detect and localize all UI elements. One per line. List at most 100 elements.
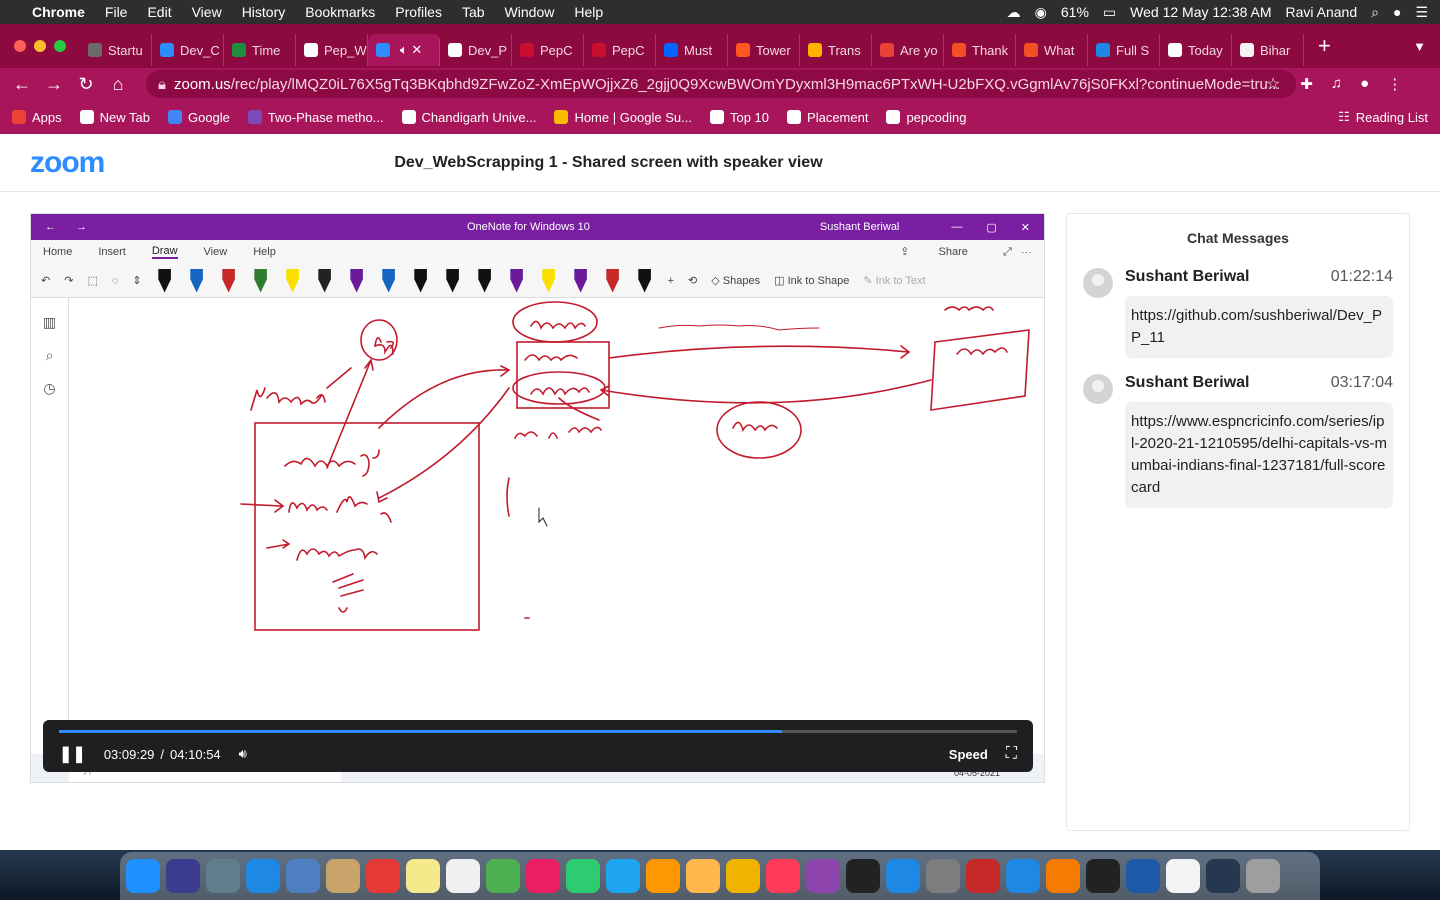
bookmark-item[interactable]: Two-Phase metho... <box>247 110 384 125</box>
browser-tab[interactable]: Must <box>656 34 728 66</box>
dock-app-icon[interactable] <box>1246 859 1280 893</box>
dock-app-icon[interactable] <box>726 859 760 893</box>
dock-app-icon[interactable] <box>286 859 320 893</box>
dock-app-icon[interactable] <box>326 859 360 893</box>
browser-tab[interactable]: Tower <box>728 34 800 66</box>
volume-icon[interactable]: 🔊︎ <box>239 746 247 762</box>
browser-tab[interactable]: Bihar <box>1232 34 1304 66</box>
dock-app-icon[interactable] <box>406 859 440 893</box>
menu-history[interactable]: History <box>242 4 286 20</box>
close-window-icon[interactable] <box>14 40 26 52</box>
message-link[interactable]: https://github.com/sushberiwal/Dev_PP_11 <box>1125 296 1393 358</box>
message-time[interactable]: 01:22:14 <box>1331 268 1393 286</box>
browser-tab[interactable]: Startu <box>80 34 152 66</box>
browser-tab[interactable]: Are yo <box>872 34 944 66</box>
menu-window[interactable]: Window <box>505 4 555 20</box>
browser-tab[interactable]: Trans <box>800 34 872 66</box>
dock-app-icon[interactable] <box>126 859 160 893</box>
forward-icon[interactable]: → <box>38 74 70 95</box>
chrome-menu-icon[interactable]: ⋮ <box>1387 75 1402 93</box>
menu-file[interactable]: File <box>105 4 128 20</box>
home-icon[interactable]: ⌂ <box>102 74 134 95</box>
bookmark-item[interactable]: Chandigarh Unive... <box>401 110 536 125</box>
dock-app-icon[interactable] <box>1046 859 1080 893</box>
browser-tab[interactable]: Time <box>224 34 296 66</box>
dock-app-icon[interactable] <box>926 859 960 893</box>
fullscreen-icon[interactable]: ⛶ <box>1006 745 1017 763</box>
battery-percent[interactable]: 61% <box>1061 4 1089 20</box>
seek-bar[interactable] <box>59 730 1017 733</box>
browser-tab[interactable]: Full S <box>1088 34 1160 66</box>
dock-app-icon[interactable] <box>646 859 680 893</box>
spotlight-icon[interactable]: ⌕ <box>1371 4 1379 21</box>
menu-bookmarks[interactable]: Bookmarks <box>305 4 375 20</box>
dock-app-icon[interactable] <box>566 859 600 893</box>
browser-tab[interactable]: PepC <box>584 34 656 66</box>
browser-tab[interactable]: Today <box>1160 34 1232 66</box>
reload-icon[interactable]: ↻ <box>70 74 102 95</box>
bookmark-item[interactable]: Google <box>167 110 230 125</box>
control-center-icon[interactable]: ☰ <box>1415 4 1428 21</box>
dock-app-icon[interactable] <box>966 859 1000 893</box>
dock-app-icon[interactable] <box>1126 859 1160 893</box>
dock-app-icon[interactable] <box>206 859 240 893</box>
message-time[interactable]: 03:17:04 <box>1331 374 1393 392</box>
reading-list-button[interactable]: ☷ Reading List <box>1338 109 1428 125</box>
dock-app-icon[interactable] <box>886 859 920 893</box>
media-controls-icon[interactable]: ♫ <box>1331 75 1342 93</box>
dock-app-icon[interactable] <box>526 859 560 893</box>
bookmark-item[interactable]: Apps <box>12 110 62 125</box>
menu-help[interactable]: Help <box>574 4 603 20</box>
zoom-logo[interactable]: zoom <box>30 146 105 180</box>
bookmark-item[interactable]: pepcoding <box>886 110 966 125</box>
menu-app-name[interactable]: Chrome <box>32 4 85 20</box>
minimize-window-icon[interactable] <box>34 40 46 52</box>
siri-icon[interactable]: ● <box>1393 4 1401 20</box>
dock-app-icon[interactable] <box>606 859 640 893</box>
dock-app-icon[interactable] <box>166 859 200 893</box>
browser-tab[interactable]: Pep_W <box>296 34 368 66</box>
extensions-icon[interactable]: ✚ <box>1300 75 1313 93</box>
url-field[interactable]: 🔒︎ zoom.us /rec/play/lMQZ0iL76X5gTq3BKqb… <box>146 70 1296 98</box>
bookmark-item[interactable]: Top 10 <box>709 110 769 125</box>
dock-app-icon[interactable] <box>846 859 880 893</box>
cloud-icon[interactable]: ☁ <box>1007 4 1021 21</box>
video-player[interactable]: ← → OneNote for Windows 10 Sushant Beriw… <box>30 213 1045 783</box>
bookmark-item[interactable]: Home | Google Su... <box>554 110 692 125</box>
dock-app-icon[interactable] <box>686 859 720 893</box>
browser-tab[interactable]: 🔈︎ ✕ <box>368 34 440 66</box>
user-name[interactable]: Ravi Anand <box>1286 4 1358 20</box>
menu-tab[interactable]: Tab <box>462 4 485 20</box>
browser-tab[interactable]: Thank <box>944 34 1016 66</box>
dock-app-icon[interactable] <box>1166 859 1200 893</box>
browser-tab[interactable]: What <box>1016 34 1088 66</box>
menu-edit[interactable]: Edit <box>147 4 171 20</box>
dock-app-icon[interactable] <box>1006 859 1040 893</box>
bookmark-star-icon[interactable]: ☆ <box>1266 74 1280 94</box>
dock-app-icon[interactable] <box>366 859 400 893</box>
wifi-icon[interactable]: ◉ <box>1035 4 1047 21</box>
menu-profiles[interactable]: Profiles <box>395 4 442 20</box>
dock-app-icon[interactable] <box>446 859 480 893</box>
dock-app-icon[interactable] <box>1086 859 1120 893</box>
browser-tab[interactable]: PepC <box>512 34 584 66</box>
browser-tab[interactable]: Dev_P <box>440 34 512 66</box>
dock-app-icon[interactable] <box>246 859 280 893</box>
fullscreen-window-icon[interactable] <box>54 40 66 52</box>
dock-app-icon[interactable] <box>806 859 840 893</box>
back-icon[interactable]: ← <box>6 74 38 95</box>
dock-app-icon[interactable] <box>486 859 520 893</box>
browser-tab[interactable]: Dev_C <box>152 34 224 66</box>
dock-app-icon[interactable] <box>766 859 800 893</box>
profile-avatar[interactable]: ● <box>1360 75 1369 93</box>
pause-icon[interactable]: ❚❚ <box>59 744 86 764</box>
message-link[interactable]: https://www.espncricinfo.com/series/ipl-… <box>1125 402 1393 508</box>
bookmark-item[interactable]: New Tab <box>79 110 150 125</box>
new-tab-button[interactable]: + <box>1318 33 1331 59</box>
clock[interactable]: Wed 12 May 12:38 AM <box>1130 4 1271 20</box>
tab-search-icon[interactable]: ▼ <box>1413 39 1426 54</box>
speed-button[interactable]: Speed <box>949 747 988 762</box>
dock-app-icon[interactable] <box>1206 859 1240 893</box>
menu-view[interactable]: View <box>192 4 222 20</box>
bookmark-item[interactable]: Placement <box>787 110 868 125</box>
